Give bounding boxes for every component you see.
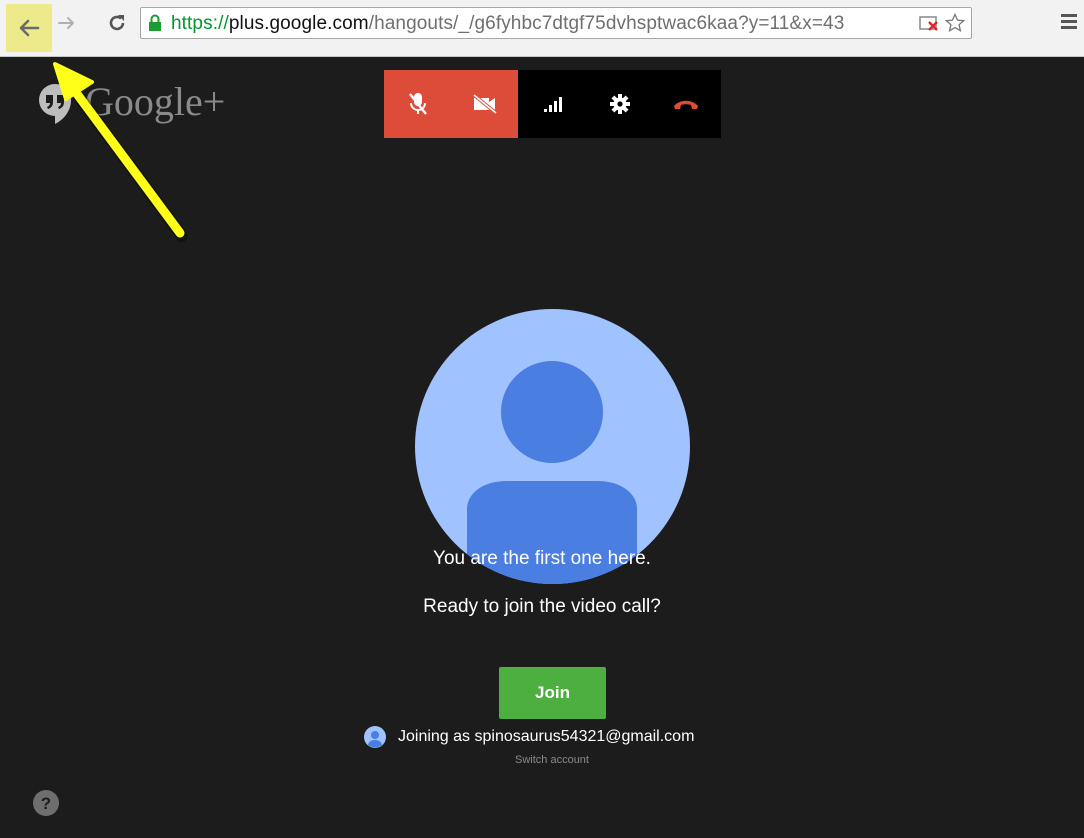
joining-as-row: Joining as spinosaurus54321@gmail.com (364, 726, 694, 748)
menu-icon (1061, 14, 1077, 29)
settings-button[interactable] (589, 70, 651, 138)
help-icon: ? (33, 790, 59, 816)
url-path: /hangouts/_/g6fyhbc7dtgf75dvhsptwac6kaa?… (368, 13, 845, 34)
brand-text: Google+ (85, 79, 226, 124)
forward-button[interactable] (52, 8, 82, 38)
hang-up-icon (674, 100, 698, 109)
browser-toolbar: https://plus.google.com/hangouts/_/g6fyh… (0, 0, 1084, 57)
hang-up-button[interactable] (651, 70, 721, 138)
mute-mic-button[interactable] (384, 70, 451, 138)
url-scheme: https:// (171, 13, 229, 34)
reload-icon (109, 15, 125, 31)
url-host: plus.google.com (228, 13, 369, 34)
back-arrow-icon (19, 19, 40, 37)
forward-arrow-icon (58, 17, 74, 29)
first-one-here-text: You are the first one here. (433, 548, 651, 569)
lock-icon (149, 14, 161, 31)
account-icon (364, 726, 386, 748)
address-bar[interactable]: https://plus.google.com/hangouts/_/g6fyh… (140, 7, 972, 39)
back-button[interactable] (6, 4, 52, 52)
hangouts-quote-icon (39, 84, 71, 124)
person-icon (467, 361, 637, 584)
settings-gear-icon (610, 94, 630, 114)
ready-to-join-text: Ready to join the video call? (423, 596, 661, 617)
star-icon[interactable] (945, 13, 965, 33)
help-button[interactable]: ? (33, 790, 59, 821)
signal-icon (543, 97, 562, 112)
joining-as-text: Joining as spinosaurus54321@gmail.com (398, 728, 695, 745)
svg-text:?: ? (41, 794, 51, 813)
avatar-placeholder (415, 309, 690, 584)
signal-button[interactable] (518, 70, 589, 138)
switch-account-link[interactable]: Switch account (0, 754, 1084, 766)
url-text: https://plus.google.com/hangouts/_/g6fyh… (171, 13, 844, 35)
camera-toggle-button[interactable] (451, 70, 518, 138)
extension-icon[interactable] (919, 16, 941, 32)
camera-off-icon (472, 93, 497, 115)
browser-menu-button[interactable] (1060, 12, 1078, 35)
mic-muted-icon (408, 93, 427, 115)
call-control-bar (384, 70, 721, 138)
reload-button[interactable] (102, 8, 132, 38)
join-button[interactable]: Join (499, 667, 606, 719)
